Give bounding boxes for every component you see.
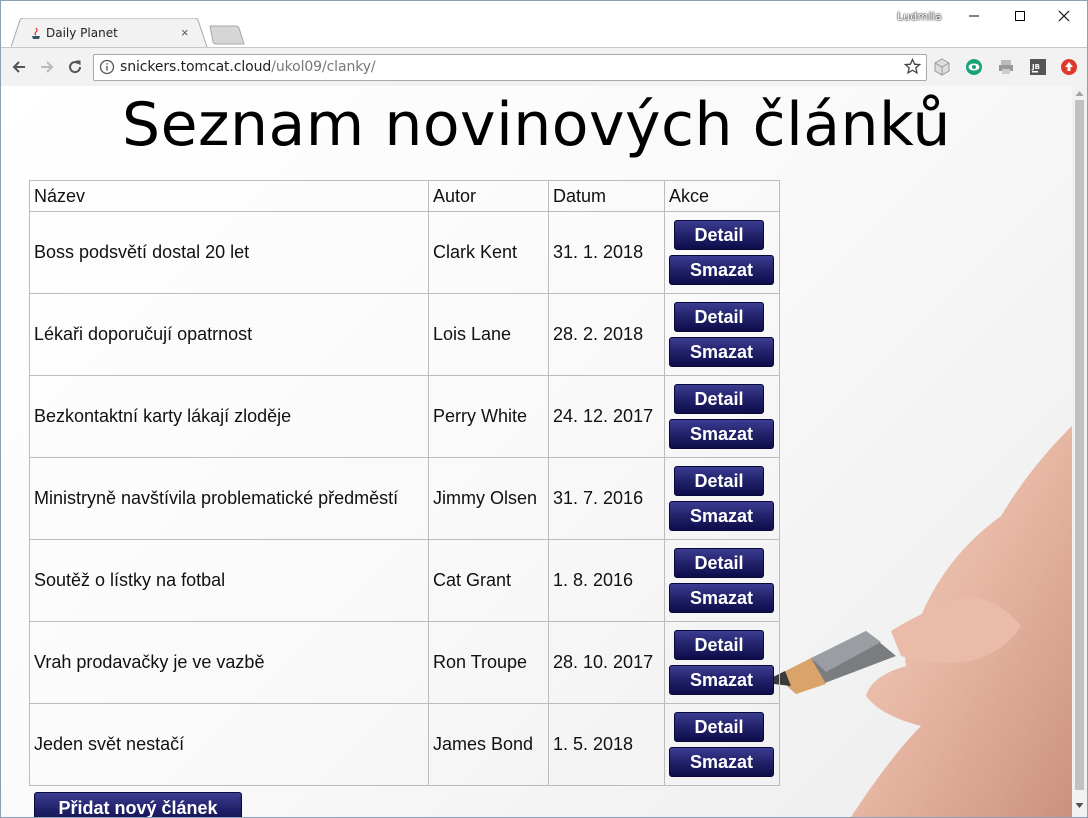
article-actions: Detail Smazat bbox=[664, 539, 780, 622]
close-icon bbox=[1058, 10, 1070, 22]
url-host: snickers.tomcat.cloud bbox=[120, 59, 272, 75]
article-date: 1. 5. 2018 bbox=[548, 703, 665, 786]
article-title: Vrah prodavačky je ve vazbě bbox=[29, 621, 429, 704]
table-row: Boss podsvětí dostal 20 let Clark Kent 3… bbox=[29, 211, 780, 294]
detail-button[interactable]: Detail bbox=[674, 466, 764, 496]
scroll-up-icon[interactable] bbox=[1075, 89, 1084, 97]
column-header-date: Datum bbox=[548, 180, 665, 212]
forward-icon bbox=[41, 61, 54, 73]
article-title: Ministryně navštívila problematické před… bbox=[29, 457, 429, 540]
minimize-icon bbox=[969, 15, 979, 17]
scrollbar-thumb[interactable] bbox=[1075, 100, 1084, 790]
delete-button[interactable]: Smazat bbox=[669, 337, 774, 367]
page-title: Seznam novinových článků bbox=[122, 90, 951, 160]
close-window-button[interactable] bbox=[1041, 1, 1087, 31]
minimize-button[interactable] bbox=[951, 1, 997, 31]
article-date: 31. 7. 2016 bbox=[548, 457, 665, 540]
info-icon[interactable] bbox=[99, 59, 115, 75]
forward-button[interactable] bbox=[37, 57, 57, 77]
upload-extension-icon[interactable] bbox=[1060, 58, 1078, 76]
eye-extension-icon[interactable] bbox=[965, 58, 983, 76]
article-actions: Detail Smazat bbox=[664, 703, 780, 786]
user-name-badge[interactable]: Ludmila bbox=[897, 10, 942, 23]
jetbrains-extension-icon[interactable]: JB bbox=[1029, 58, 1047, 76]
article-title: Bezkontaktní karty lákají zloděje bbox=[29, 375, 429, 458]
article-date: 24. 12. 2017 bbox=[548, 375, 665, 458]
article-author: Cat Grant bbox=[428, 539, 549, 622]
browser-window: Daily Planet × Ludmila snickers.tomcat.c… bbox=[0, 0, 1088, 818]
back-icon bbox=[12, 61, 25, 73]
table-row: Soutěž o lístky na fotbal Cat Grant 1. 8… bbox=[29, 539, 780, 622]
printer-extension-icon[interactable] bbox=[997, 58, 1015, 76]
article-date: 28. 2. 2018 bbox=[548, 293, 665, 376]
table-row: Ministryně navštívila problematické před… bbox=[29, 457, 780, 540]
detail-button[interactable]: Detail bbox=[674, 384, 764, 414]
article-title: Boss podsvětí dostal 20 let bbox=[29, 211, 429, 294]
article-actions: Detail Smazat bbox=[664, 375, 780, 458]
star-icon[interactable] bbox=[904, 58, 921, 75]
table-row: Lékaři doporučují opatrnost Lois Lane 28… bbox=[29, 293, 780, 376]
cube-extension-icon[interactable] bbox=[933, 58, 951, 76]
articles-table: Název Autor Datum Akce Boss podsvětí dos… bbox=[29, 180, 780, 786]
page-viewport: Seznam novinových článků Název Autor Dat… bbox=[1, 86, 1072, 817]
article-author: James Bond bbox=[428, 703, 549, 786]
add-article-button[interactable]: Přidat nový článek bbox=[34, 792, 242, 817]
svg-text:JB: JB bbox=[1031, 63, 1040, 71]
browser-toolbar: snickers.tomcat.cloud/ukol09/clanky/ JB bbox=[1, 47, 1087, 87]
table-row: Bezkontaktní karty lákají zloděje Perry … bbox=[29, 375, 780, 458]
article-author: Jimmy Olsen bbox=[428, 457, 549, 540]
reload-icon bbox=[69, 60, 82, 74]
reload-button[interactable] bbox=[65, 57, 85, 77]
column-header-actions: Akce bbox=[664, 180, 780, 212]
delete-button[interactable]: Smazat bbox=[669, 255, 774, 285]
detail-button[interactable]: Detail bbox=[674, 712, 764, 742]
column-header-author: Autor bbox=[428, 180, 549, 212]
detail-button[interactable]: Detail bbox=[674, 220, 764, 250]
delete-button[interactable]: Smazat bbox=[669, 747, 774, 777]
table-header-row: Název Autor Datum Akce bbox=[29, 180, 780, 212]
vertical-scrollbar[interactable] bbox=[1072, 86, 1087, 817]
maximize-icon bbox=[1015, 11, 1025, 21]
back-button[interactable] bbox=[9, 57, 29, 77]
scroll-down-icon[interactable] bbox=[1075, 802, 1084, 810]
hand-with-pencil-illustration bbox=[771, 426, 1072, 817]
article-date: 1. 8. 2016 bbox=[548, 539, 665, 622]
article-date: 31. 1. 2018 bbox=[548, 211, 665, 294]
new-tab-button[interactable] bbox=[209, 25, 247, 45]
article-author: Lois Lane bbox=[428, 293, 549, 376]
article-actions: Detail Smazat bbox=[664, 621, 780, 704]
java-favicon-icon bbox=[32, 27, 40, 39]
article-actions: Detail Smazat bbox=[664, 293, 780, 376]
delete-button[interactable]: Smazat bbox=[669, 501, 774, 531]
delete-button[interactable]: Smazat bbox=[669, 419, 774, 449]
title-bar: Daily Planet × Ludmila bbox=[1, 1, 1087, 48]
delete-button[interactable]: Smazat bbox=[669, 665, 774, 695]
detail-button[interactable]: Detail bbox=[674, 548, 764, 578]
article-date: 28. 10. 2017 bbox=[548, 621, 665, 704]
tab-close-icon[interactable]: × bbox=[181, 25, 189, 40]
article-actions: Detail Smazat bbox=[664, 457, 780, 540]
table-row: Vrah prodavačky je ve vazbě Ron Troupe 2… bbox=[29, 621, 780, 704]
address-bar[interactable]: snickers.tomcat.cloud/ukol09/clanky/ bbox=[93, 54, 927, 81]
tab-daily-planet[interactable]: Daily Planet × bbox=[11, 18, 208, 48]
article-author: Perry White bbox=[428, 375, 549, 458]
url-text[interactable]: snickers.tomcat.cloud/ukol09/clanky/ bbox=[120, 59, 376, 75]
table-row: Jeden svět nestačí James Bond 1. 5. 2018… bbox=[29, 703, 780, 786]
article-actions: Detail Smazat bbox=[664, 211, 780, 294]
detail-button[interactable]: Detail bbox=[674, 630, 764, 660]
column-header-title: Název bbox=[29, 180, 429, 212]
delete-button[interactable]: Smazat bbox=[669, 583, 774, 613]
article-author: Clark Kent bbox=[428, 211, 549, 294]
detail-button[interactable]: Detail bbox=[674, 302, 764, 332]
article-author: Ron Troupe bbox=[428, 621, 549, 704]
article-title: Soutěž o lístky na fotbal bbox=[29, 539, 429, 622]
article-title: Lékaři doporučují opatrnost bbox=[29, 293, 429, 376]
tab-title: Daily Planet bbox=[46, 26, 118, 40]
article-title: Jeden svět nestačí bbox=[29, 703, 429, 786]
url-path: /ukol09/clanky/ bbox=[271, 59, 376, 75]
maximize-button[interactable] bbox=[997, 1, 1043, 31]
